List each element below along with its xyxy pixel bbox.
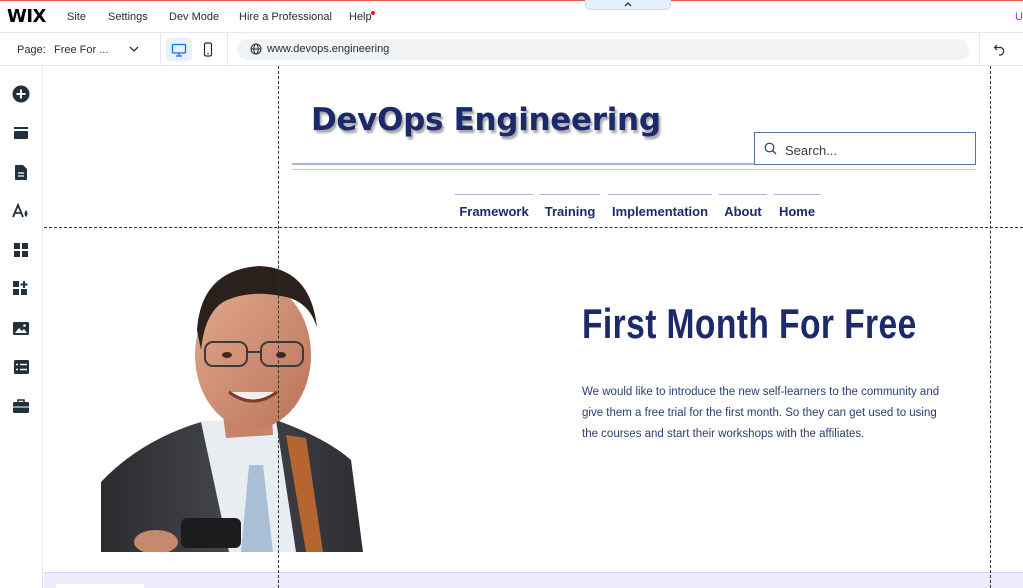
wix-logo[interactable]: WIX <box>7 6 46 27</box>
business-button[interactable] <box>12 397 30 415</box>
add-icon <box>12 85 30 103</box>
nav-item-training[interactable]: Training <box>540 194 600 219</box>
portrait-photo[interactable] <box>101 260 365 552</box>
media-icon <box>13 321 29 335</box>
editor-page-bar: Page: Free For ... www.devops.engineerin… <box>0 33 1023 66</box>
site-url-text: www.devops.engineering <box>267 43 390 55</box>
nav-item-framework[interactable]: Framework <box>455 194 533 219</box>
header-divider <box>292 169 976 170</box>
chevron-down-icon[interactable] <box>129 40 139 58</box>
design-icon <box>12 203 28 218</box>
gridline-guide <box>990 66 991 588</box>
design-button[interactable] <box>12 202 30 220</box>
cms-button[interactable] <box>12 358 30 376</box>
search-icon <box>764 142 777 155</box>
media-button[interactable] <box>12 319 30 337</box>
editor-canvas[interactable]: DevOps Engineering Search... Framework T… <box>44 66 1023 588</box>
mobile-view-button[interactable] <box>195 38 221 61</box>
menu-hire-professional[interactable]: Hire a Professional <box>239 11 332 23</box>
page-selector[interactable]: Free For ... <box>54 44 108 56</box>
help-notification-dot <box>371 11 375 15</box>
menu-site[interactable]: Site <box>67 11 86 23</box>
collapse-topbar-button[interactable] <box>585 0 671 10</box>
add-apps-icon <box>13 281 28 295</box>
sections-icon <box>14 127 28 139</box>
add-apps-button[interactable] <box>12 280 30 298</box>
editor-top-bar: WIX Site Settings Dev Mode Hire a Profes… <box>0 0 1023 33</box>
search-placeholder: Search... <box>785 143 838 158</box>
menu-settings[interactable]: Settings <box>108 11 148 23</box>
divider <box>160 33 161 66</box>
hero-heading[interactable]: First Month For Free <box>582 300 917 348</box>
desktop-view-button[interactable] <box>166 38 192 61</box>
add-elements-button[interactable] <box>12 85 30 103</box>
globe-icon <box>250 43 262 55</box>
site-url-bar[interactable]: www.devops.engineering <box>237 39 969 60</box>
gridline-guide <box>278 66 279 588</box>
site-search-bar[interactable]: Search... <box>754 132 976 165</box>
divider <box>227 33 228 66</box>
chevron-up-icon <box>624 2 632 7</box>
desktop-icon <box>171 43 187 57</box>
section-tab[interactable] <box>56 584 144 588</box>
pages-button[interactable] <box>12 163 30 181</box>
next-section-strip[interactable] <box>44 572 1023 588</box>
undo-icon[interactable] <box>993 42 1007 56</box>
sections-button[interactable] <box>12 124 30 142</box>
mobile-icon <box>203 42 213 57</box>
apps-button[interactable] <box>12 241 30 259</box>
cms-icon <box>13 360 29 374</box>
upgrade-link[interactable]: U <box>1015 11 1023 23</box>
pages-icon <box>15 164 27 180</box>
briefcase-icon <box>13 399 29 413</box>
hero-paragraph[interactable]: We would like to introduce the new self-… <box>582 382 954 445</box>
nav-item-home[interactable]: Home <box>774 194 820 219</box>
menu-dev-mode[interactable]: Dev Mode <box>169 11 219 23</box>
editor-left-sidebar <box>0 66 43 588</box>
header-boundary-guide <box>44 227 1023 228</box>
site-title[interactable]: DevOps Engineering <box>311 102 661 138</box>
nav-item-about[interactable]: About <box>719 194 767 219</box>
page-label: Page: <box>17 44 46 56</box>
menu-help[interactable]: Help <box>349 11 372 23</box>
divider <box>979 33 980 66</box>
nav-item-implementation[interactable]: Implementation <box>608 194 712 219</box>
apps-icon <box>14 243 28 257</box>
